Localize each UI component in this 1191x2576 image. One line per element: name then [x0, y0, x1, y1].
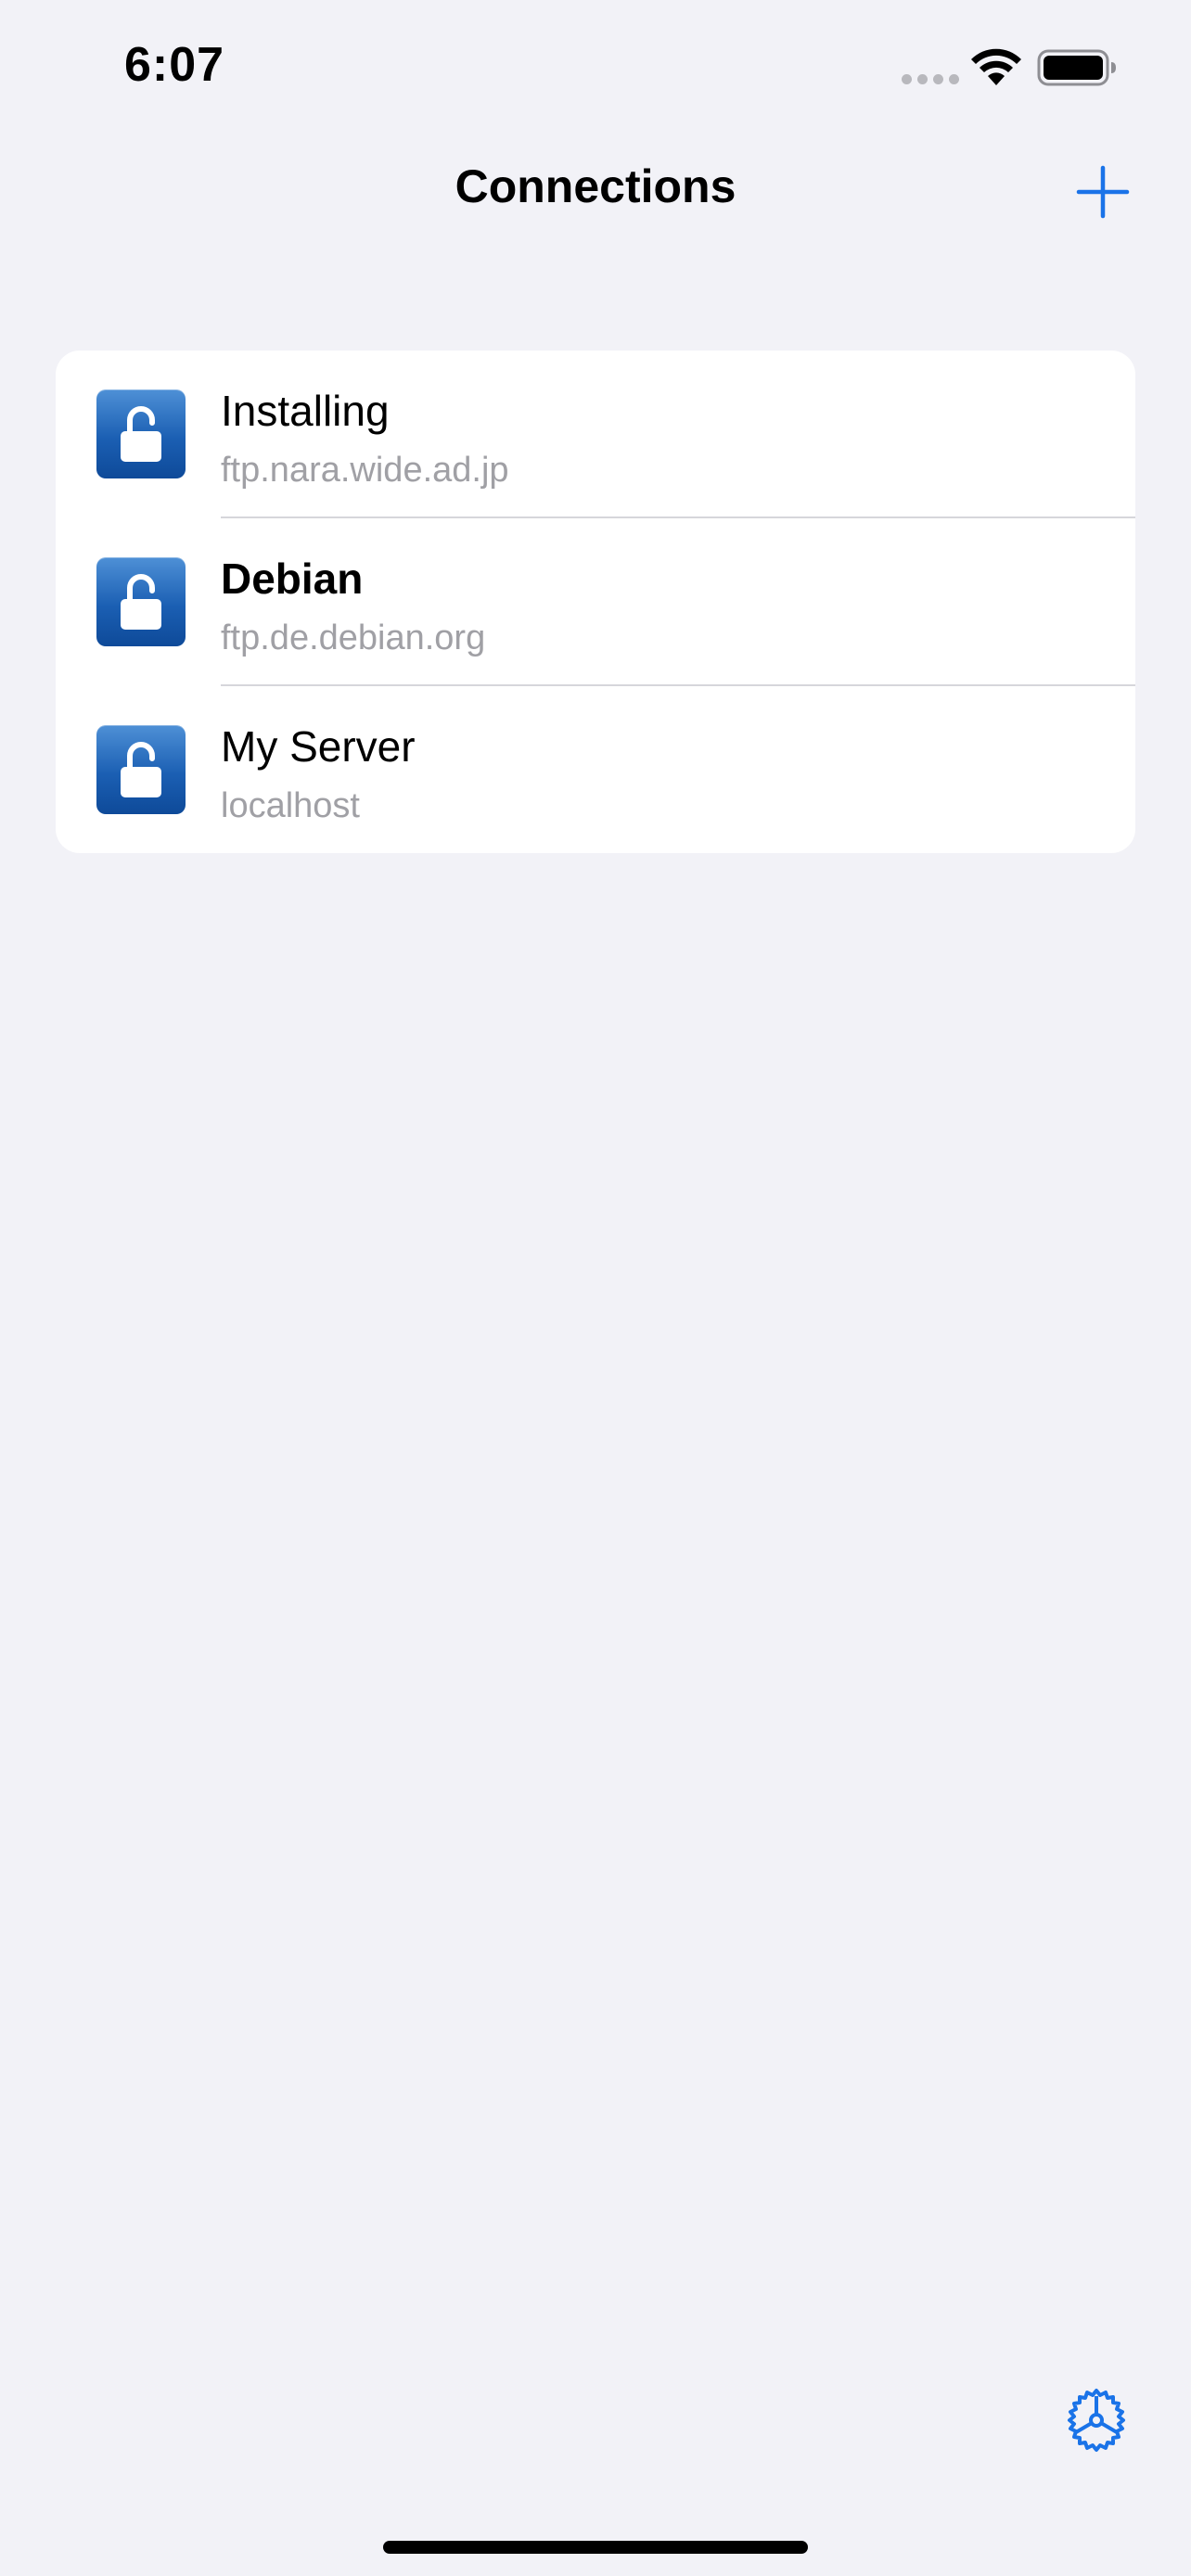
connection-name: My Server [221, 722, 416, 771]
cellular-signal-icon [902, 74, 959, 84]
unlocked-padlock-icon [96, 725, 186, 814]
connection-host: localhost [221, 786, 360, 825]
wifi-icon [971, 48, 1021, 85]
unlocked-padlock-icon [96, 389, 186, 478]
connection-name: Debian [221, 555, 364, 603]
status-bar: 6:07 [0, 0, 1191, 139]
connection-row[interactable]: Debian ftp.de.debian.org [56, 518, 1135, 686]
connections-list: Installing ftp.nara.wide.ad.jp Debian ft… [56, 351, 1135, 853]
page-title: Connections [455, 160, 736, 212]
home-indicator[interactable] [383, 2541, 808, 2554]
unlocked-padlock-icon [96, 557, 186, 646]
battery-icon [1037, 49, 1116, 86]
status-time: 6:07 [124, 38, 225, 92]
connection-host: ftp.de.debian.org [221, 618, 486, 657]
plus-icon [1076, 165, 1130, 219]
connection-row[interactable]: My Server localhost [56, 686, 1135, 853]
gear-icon [1068, 2389, 1125, 2452]
connection-row[interactable]: Installing ftp.nara.wide.ad.jp [56, 351, 1135, 518]
add-connection-button[interactable] [1076, 165, 1130, 219]
settings-button[interactable] [1063, 2387, 1130, 2454]
connection-name: Installing [221, 387, 390, 435]
connection-host: ftp.nara.wide.ad.jp [221, 451, 509, 490]
